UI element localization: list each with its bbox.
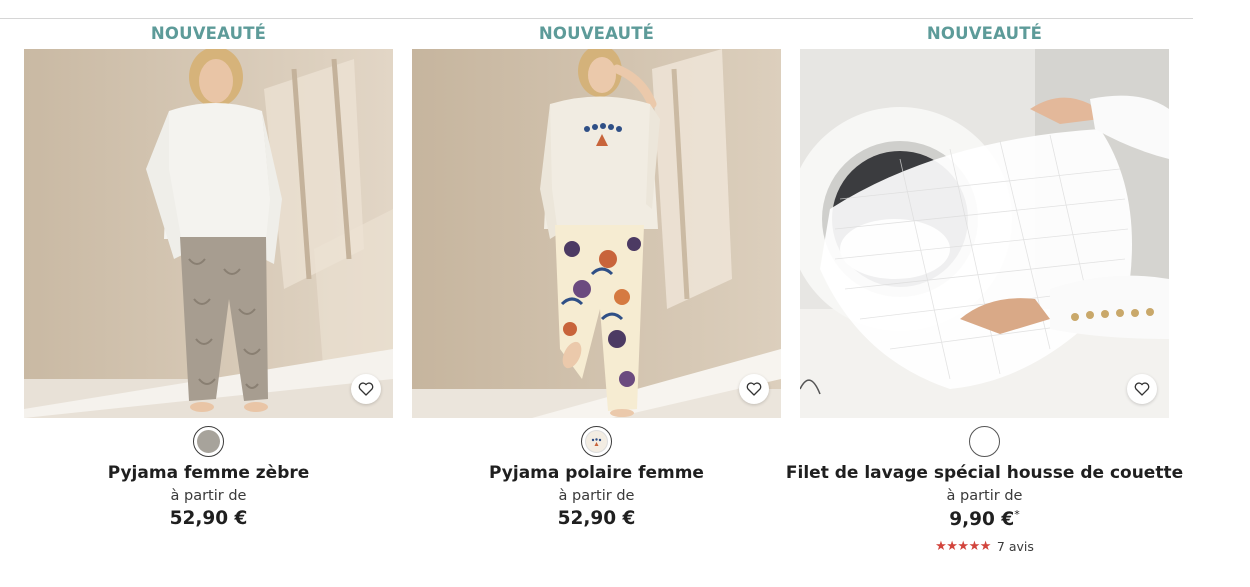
- wishlist-button[interactable]: [739, 374, 769, 404]
- heart-outline-icon: [358, 382, 374, 396]
- product-image[interactable]: [412, 49, 781, 418]
- swatch-pattern-icon: [591, 438, 602, 446]
- product-grid: NOUVEAUTÉ Pyjama femme zèbre à partir de…: [24, 19, 1183, 587]
- price-from-label: à partir de: [558, 488, 635, 504]
- product-price: 52,90 €: [557, 508, 636, 529]
- product-card-filet-lavage[interactable]: NOUVEAUTÉ Filet de lavage spécial housse…: [786, 19, 1183, 587]
- color-swatch[interactable]: [581, 426, 612, 457]
- color-swatch[interactable]: [969, 426, 1000, 457]
- swatch-color: [197, 430, 220, 453]
- product-title[interactable]: Pyjama polaire femme: [489, 463, 704, 483]
- product-price: 9,90 €*: [949, 508, 1020, 531]
- product-card-pyjama-polaire[interactable]: NOUVEAUTÉ Pyjama polaire femme à partir …: [412, 19, 781, 587]
- pyjama-fleece-photo: [412, 49, 781, 418]
- color-swatch[interactable]: [193, 426, 224, 457]
- product-title[interactable]: Filet de lavage spécial housse de couett…: [786, 463, 1183, 483]
- product-rating[interactable]: ★★★★★ 7 avis: [935, 539, 1034, 554]
- price-from-label: à partir de: [170, 488, 247, 504]
- new-badge: NOUVEAUTÉ: [538, 24, 655, 43]
- review-count[interactable]: 7 avis: [997, 539, 1034, 554]
- price-footnote-marker: *: [1014, 508, 1020, 521]
- rating-stars-icon: ★★★★★: [935, 539, 991, 555]
- new-badge: NOUVEAUTÉ: [150, 24, 267, 43]
- heart-outline-icon: [1134, 382, 1150, 396]
- product-price: 52,90 €: [169, 508, 248, 529]
- product-title[interactable]: Pyjama femme zèbre: [108, 463, 310, 483]
- swatch-color: [585, 430, 608, 453]
- swatch-color: [973, 430, 996, 453]
- heart-outline-icon: [746, 382, 762, 396]
- pyjama-zebra-photo: [24, 49, 393, 418]
- product-image[interactable]: [24, 49, 393, 418]
- wishlist-button[interactable]: [1127, 374, 1157, 404]
- product-card-pyjama-zebre[interactable]: NOUVEAUTÉ Pyjama femme zèbre à partir de…: [24, 19, 393, 587]
- product-image[interactable]: [800, 49, 1169, 418]
- price-from-label: à partir de: [946, 488, 1023, 504]
- wishlist-button[interactable]: [351, 374, 381, 404]
- laundry-net-photo: [800, 49, 1169, 418]
- new-badge: NOUVEAUTÉ: [926, 24, 1043, 43]
